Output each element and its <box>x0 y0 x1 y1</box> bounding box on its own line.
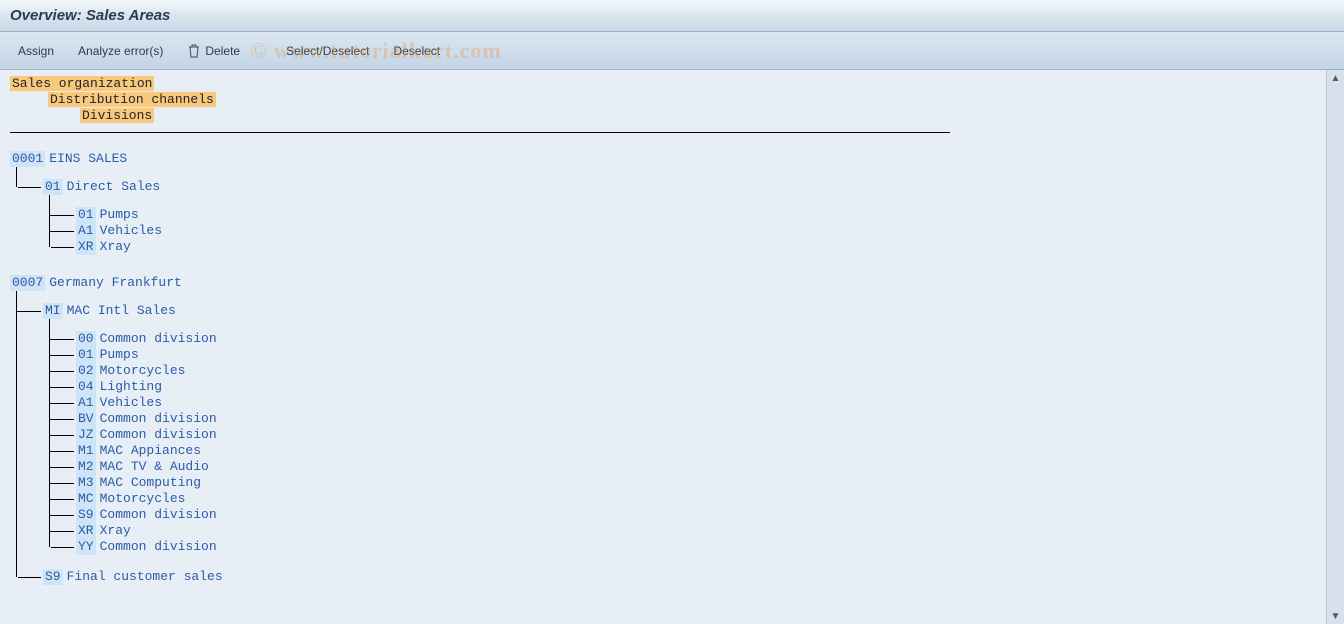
division-row[interactable]: MCMotorcycles <box>76 491 1316 507</box>
division-code: 04 <box>76 379 96 395</box>
scroll-up-icon[interactable]: ▲ <box>1328 70 1344 86</box>
division-code: M3 <box>76 475 96 491</box>
division-name: Lighting <box>100 379 162 395</box>
division-row[interactable]: M2MAC TV & Audio <box>76 459 1316 475</box>
deselect-button[interactable]: Deselect <box>383 39 450 63</box>
tree-view: Sales organization Distribution channels… <box>0 70 1326 624</box>
title-bar: Overview: Sales Areas <box>0 0 1344 32</box>
channel-children: 01PumpsA1VehiclesXRXray <box>49 195 1316 255</box>
division-row[interactable]: 04Lighting <box>76 379 1316 395</box>
division-code: A1 <box>76 395 96 411</box>
select-deselect-label: Select/Deselect <box>286 44 369 58</box>
channel-children: 00Common division01Pumps02Motorcycles04L… <box>49 319 1316 555</box>
division-code: 01 <box>76 207 96 223</box>
division-name: Vehicles <box>100 395 162 411</box>
division-code: 00 <box>76 331 96 347</box>
delete-button[interactable]: Delete <box>177 39 250 63</box>
channel-name: Final customer sales <box>67 569 223 585</box>
select-deselect-button[interactable]: Select/Deselect <box>276 39 379 63</box>
sales-org-node: 0007Germany FrankfurtMIMAC Intl Sales00C… <box>10 275 1316 585</box>
division-code: JZ <box>76 427 96 443</box>
division-row[interactable]: XRXray <box>76 523 1316 539</box>
division-code: M1 <box>76 443 96 459</box>
analyze-label: Analyze error(s) <box>78 44 163 58</box>
legend-dist-channels: Distribution channels <box>48 92 216 107</box>
division-row[interactable]: 01Pumps <box>76 207 1316 223</box>
trash-icon <box>187 44 201 58</box>
org-name: Germany Frankfurt <box>49 275 182 291</box>
division-name: Motorcycles <box>100 363 186 379</box>
channel-name: MAC Intl Sales <box>67 303 176 319</box>
channel-name: Direct Sales <box>67 179 161 195</box>
content-area: Sales organization Distribution channels… <box>0 70 1344 624</box>
division-row[interactable]: BVCommon division <box>76 411 1316 427</box>
sales-org-row[interactable]: 0001EINS SALES <box>10 151 1316 167</box>
scroll-down-icon[interactable]: ▼ <box>1328 608 1344 624</box>
division-code: S9 <box>76 507 96 523</box>
division-row[interactable]: JZCommon division <box>76 427 1316 443</box>
page-title: Overview: Sales Areas <box>10 7 170 24</box>
division-name: Common division <box>100 507 217 523</box>
division-code: 01 <box>76 347 96 363</box>
division-row[interactable]: YYCommon division <box>76 539 1316 555</box>
channel-code: MI <box>43 303 63 319</box>
division-code: 02 <box>76 363 96 379</box>
legend: Sales organization Distribution channels… <box>10 76 1316 128</box>
division-row[interactable]: 02Motorcycles <box>76 363 1316 379</box>
channel-row[interactable]: MIMAC Intl Sales <box>43 303 1316 319</box>
division-name: MAC TV & Audio <box>100 459 209 475</box>
division-name: Xray <box>100 523 131 539</box>
legend-sales-org: Sales organization <box>10 76 154 91</box>
division-code: XR <box>76 239 96 255</box>
division-name: MAC Appiances <box>100 443 201 459</box>
division-name: Motorcycles <box>100 491 186 507</box>
channel-code: S9 <box>43 569 63 585</box>
org-children: MIMAC Intl Sales00Common division01Pumps… <box>16 291 1316 585</box>
assign-label: Assign <box>18 44 54 58</box>
app-window: Overview: Sales Areas Assign Analyze err… <box>0 0 1344 624</box>
channel-row[interactable]: 01Direct Sales <box>43 179 1316 195</box>
division-name: Common division <box>100 411 217 427</box>
delete-label: Delete <box>205 44 240 58</box>
division-code: M2 <box>76 459 96 475</box>
sales-org-node: 0001EINS SALES01Direct Sales01PumpsA1Veh… <box>10 151 1316 255</box>
division-name: MAC Computing <box>100 475 201 491</box>
division-name: Vehicles <box>100 223 162 239</box>
division-code: A1 <box>76 223 96 239</box>
channel-row[interactable]: S9Final customer sales <box>43 569 1316 585</box>
legend-divisions: Divisions <box>80 108 154 123</box>
division-name: Common division <box>100 331 217 347</box>
division-row[interactable]: M1MAC Appiances <box>76 443 1316 459</box>
division-row[interactable]: 00Common division <box>76 331 1316 347</box>
division-row[interactable]: M3MAC Computing <box>76 475 1316 491</box>
deselect-label: Deselect <box>393 44 440 58</box>
division-name: Pumps <box>100 207 139 223</box>
division-name: Common division <box>100 539 217 555</box>
division-row[interactable]: S9Common division <box>76 507 1316 523</box>
division-code: BV <box>76 411 96 427</box>
division-name: Xray <box>100 239 131 255</box>
org-code: 0007 <box>10 275 45 291</box>
division-code: MC <box>76 491 96 507</box>
division-name: Pumps <box>100 347 139 363</box>
division-row[interactable]: XRXray <box>76 239 1316 255</box>
division-row[interactable]: 01Pumps <box>76 347 1316 363</box>
org-name: EINS SALES <box>49 151 127 167</box>
division-code: YY <box>76 539 96 555</box>
toolbar: Assign Analyze error(s) Delete Select/De… <box>0 32 1344 70</box>
sales-org-row[interactable]: 0007Germany Frankfurt <box>10 275 1316 291</box>
org-children: 01Direct Sales01PumpsA1VehiclesXRXray <box>16 167 1316 255</box>
org-code: 0001 <box>10 151 45 167</box>
divider <box>10 132 950 133</box>
assign-button[interactable]: Assign <box>8 39 64 63</box>
division-row[interactable]: A1Vehicles <box>76 223 1316 239</box>
division-row[interactable]: A1Vehicles <box>76 395 1316 411</box>
analyze-errors-button[interactable]: Analyze error(s) <box>68 39 173 63</box>
vertical-scrollbar[interactable]: ▲ ▼ <box>1326 70 1344 624</box>
division-name: Common division <box>100 427 217 443</box>
division-code: XR <box>76 523 96 539</box>
channel-code: 01 <box>43 179 63 195</box>
